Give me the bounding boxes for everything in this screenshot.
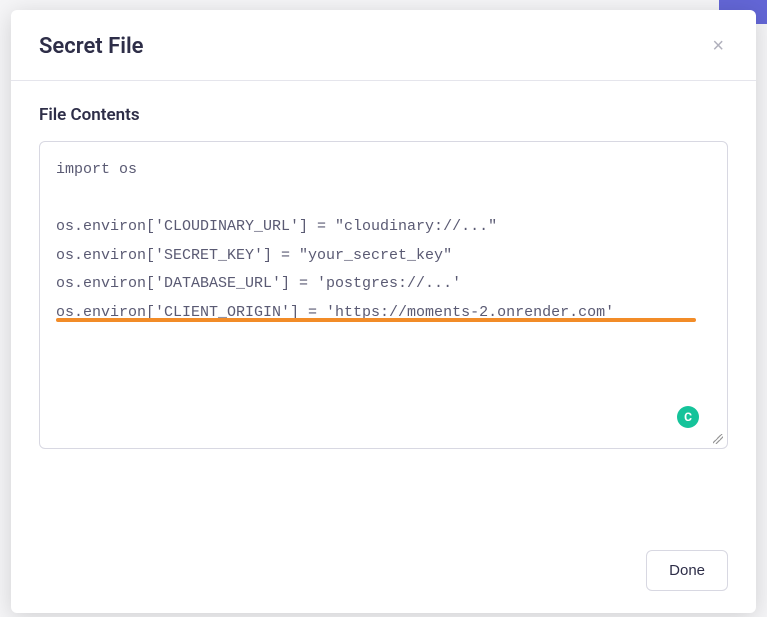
modal-body: File Contents import os os.environ['CLOU… xyxy=(11,81,756,526)
spacer xyxy=(39,449,728,526)
secret-file-modal: Secret File × File Contents import os os… xyxy=(11,10,756,613)
done-button[interactable]: Done xyxy=(646,550,728,591)
close-button[interactable]: × xyxy=(708,32,728,60)
code-editor-container: import os os.environ['CLOUDINARY_URL'] =… xyxy=(39,141,728,449)
resize-handle-icon[interactable] xyxy=(713,434,723,444)
modal-header: Secret File × xyxy=(11,10,756,81)
modal-footer: Done xyxy=(11,526,756,613)
file-contents-textarea[interactable]: import os os.environ['CLOUDINARY_URL'] =… xyxy=(56,156,711,434)
grammarly-icon[interactable]: C xyxy=(677,406,699,428)
close-icon: × xyxy=(712,35,724,57)
modal-title: Secret File xyxy=(39,34,144,59)
file-contents-label: File Contents xyxy=(39,105,728,125)
grammarly-badge-letter: C xyxy=(684,410,692,424)
highlight-underline xyxy=(56,318,696,322)
